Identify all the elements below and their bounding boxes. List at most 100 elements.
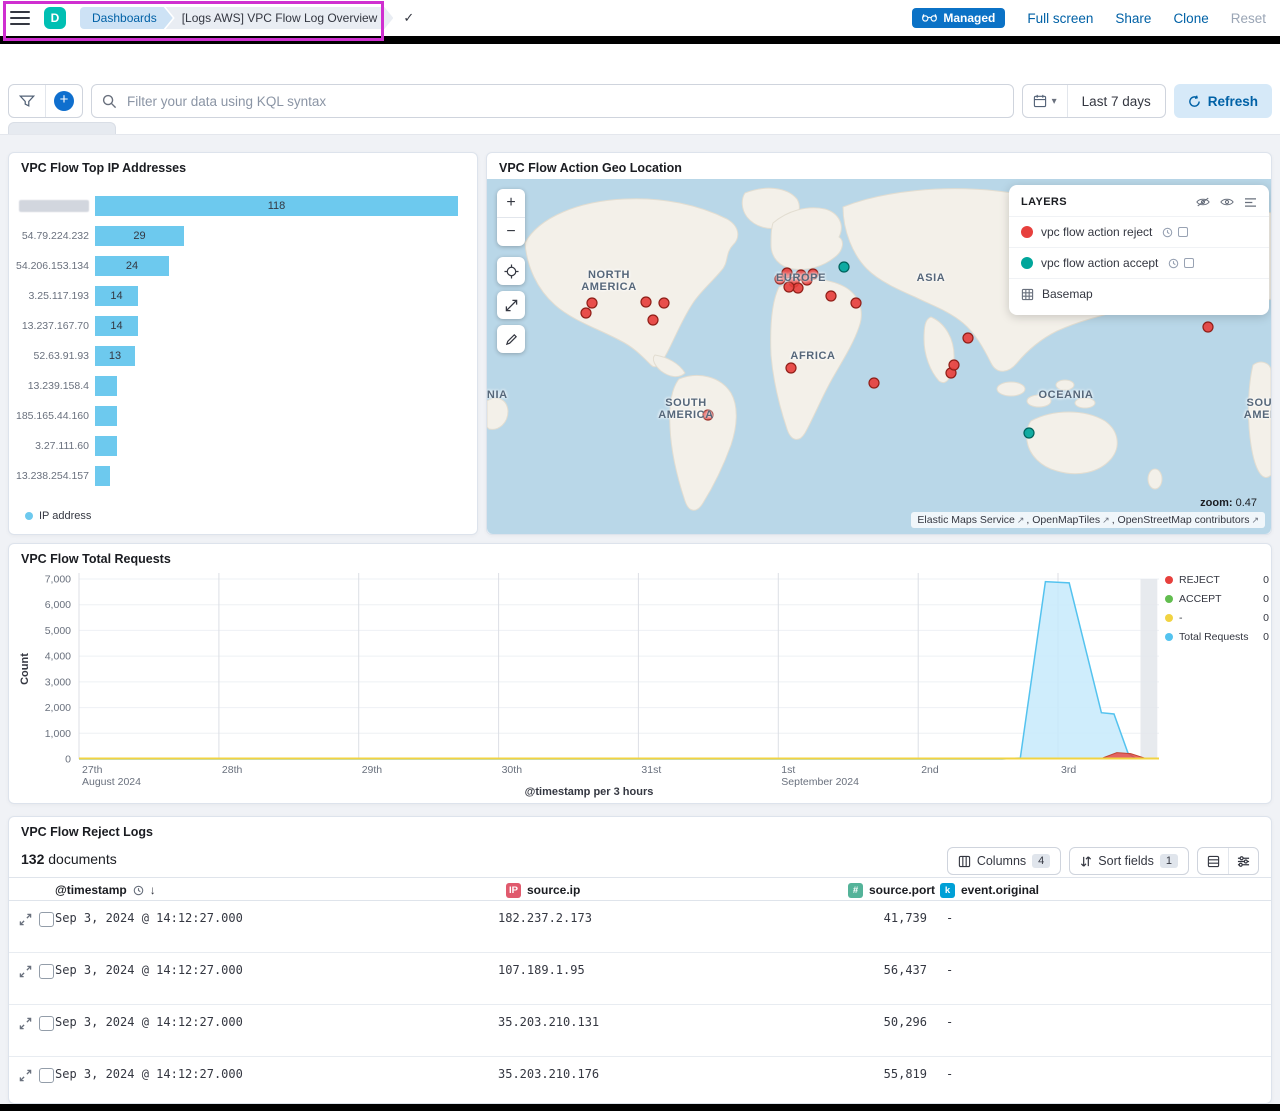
measure-icon[interactable] — [497, 325, 525, 353]
map-point[interactable] — [782, 268, 792, 278]
table-row: Sep 3, 2024 @ 14:12:27.000107.189.1.9556… — [9, 953, 1271, 1005]
flatten-icon[interactable] — [1244, 197, 1257, 208]
map-point[interactable] — [808, 269, 818, 279]
svg-text:27th: 27th — [82, 764, 103, 776]
time-range-button[interactable]: Last 7 days — [1067, 85, 1165, 117]
table-toolbar: Columns 4 Sort fields 1 — [947, 847, 1259, 875]
date-picker: ▾ Last 7 days — [1022, 84, 1166, 118]
sort-descending-icon[interactable]: ↓ — [150, 883, 156, 897]
row-checkbox[interactable] — [39, 1068, 54, 1083]
svg-text:7,000: 7,000 — [45, 574, 71, 586]
ip-bar[interactable]: 14 — [95, 316, 138, 336]
legend-item[interactable]: REJECT0 — [1165, 574, 1269, 586]
map-point[interactable] — [869, 378, 879, 388]
map-point[interactable] — [648, 315, 658, 325]
zoom-controls: + − — [497, 189, 525, 246]
timestamp-cell: Sep 3, 2024 @ 14:12:27.000 — [55, 1015, 243, 1029]
bar-value-label: 24 — [126, 260, 138, 272]
table-row: Sep 3, 2024 @ 14:12:27.00035.203.210.131… — [9, 1005, 1271, 1057]
zoom-out-icon[interactable]: − — [497, 218, 525, 246]
event-original-cell: - — [946, 1015, 953, 1029]
full-screen-button[interactable]: Full screen — [1027, 11, 1093, 26]
layer-checkbox[interactable] — [1178, 227, 1188, 237]
attribution-link[interactable]: , OpenStreetMap contributors — [1112, 514, 1250, 526]
menu-icon[interactable] — [10, 11, 30, 25]
map-point[interactable] — [587, 298, 597, 308]
share-button[interactable]: Share — [1115, 11, 1151, 26]
ip-bar[interactable] — [95, 466, 110, 486]
space-avatar[interactable]: D — [44, 7, 66, 29]
sliders-icon[interactable] — [1228, 848, 1258, 874]
map-point[interactable] — [826, 291, 836, 301]
crosshair-icon[interactable] — [497, 257, 525, 285]
breadcrumb-dashboards[interactable]: Dashboards — [80, 7, 173, 29]
map-point[interactable] — [963, 333, 973, 343]
layer-item-reject[interactable]: vpc flow action reject — [1009, 216, 1269, 247]
row-checkbox[interactable] — [39, 964, 54, 979]
legend-item[interactable]: Total Requests0 — [1165, 631, 1269, 643]
calendar-button[interactable]: ▾ — [1023, 85, 1067, 117]
legend-label: Total Requests — [1179, 631, 1253, 643]
map-point[interactable] — [949, 360, 959, 370]
map-point[interactable] — [851, 298, 861, 308]
column-header-event-original[interactable]: k event.original — [940, 878, 1039, 902]
legend-item[interactable]: ACCEPT0 — [1165, 593, 1269, 605]
map-point[interactable] — [1024, 428, 1034, 438]
columns-button[interactable]: Columns 4 — [947, 847, 1061, 875]
add-filter-button[interactable]: + — [46, 85, 82, 117]
layer-item-basemap[interactable]: Basemap — [1009, 278, 1269, 309]
map-point[interactable] — [784, 282, 794, 292]
breadcrumb-dashboard-title[interactable]: [Logs AWS] VPC Flow Log Overview — [166, 7, 394, 29]
clone-button[interactable]: Clone — [1173, 11, 1208, 26]
layer-item-accept[interactable]: vpc flow action accept — [1009, 247, 1269, 278]
eye-off-icon[interactable] — [1196, 197, 1210, 207]
source-ip-cell: 182.237.2.173 — [498, 911, 592, 925]
zoom-value: 0.47 — [1236, 497, 1257, 509]
density-icon[interactable] — [1198, 848, 1228, 874]
ip-bar[interactable]: 24 — [95, 256, 169, 276]
map-point[interactable] — [703, 410, 713, 420]
layer-checkbox[interactable] — [1184, 258, 1194, 268]
filter-funnel-icon[interactable] — [9, 85, 45, 117]
expand-icon[interactable] — [497, 291, 525, 319]
row-checkbox[interactable] — [39, 1016, 54, 1031]
reset-button[interactable]: Reset — [1231, 11, 1266, 26]
kql-search-input[interactable] — [125, 93, 1003, 110]
sort-fields-label: Sort fields — [1098, 854, 1154, 868]
zoom-in-icon[interactable]: + — [497, 189, 525, 217]
column-header-timestamp[interactable]: @timestamp ↓ — [55, 878, 156, 902]
bar-category-label: 54.206.153.134 — [9, 260, 95, 272]
world-map[interactable]: NORTH AMERICAEUROPEASIAAFRICASOUTH AMERI… — [487, 179, 1271, 534]
legend-item[interactable]: -0 — [1165, 612, 1269, 624]
bar-chart-legend[interactable]: IP address — [25, 510, 91, 522]
expand-row-icon[interactable] — [19, 1069, 32, 1087]
expand-row-icon[interactable] — [19, 1017, 32, 1035]
map-point[interactable] — [786, 363, 796, 373]
row-checkbox[interactable] — [39, 912, 54, 927]
attribution-link[interactable]: Elastic Maps Service — [917, 514, 1014, 526]
map-point[interactable] — [659, 298, 669, 308]
ip-bar[interactable]: 118 — [95, 196, 458, 216]
map-point[interactable] — [641, 297, 651, 307]
ip-bar[interactable] — [95, 376, 117, 396]
ip-bar[interactable] — [95, 406, 117, 426]
managed-badge[interactable]: Managed — [912, 8, 1005, 28]
ip-bar[interactable] — [95, 436, 117, 456]
y-axis-title: Count — [19, 653, 31, 685]
map-point[interactable] — [1203, 322, 1213, 332]
refresh-button[interactable]: Refresh — [1174, 84, 1272, 118]
sort-fields-button[interactable]: Sort fields 1 — [1069, 847, 1189, 875]
column-header-source-port[interactable]: # source.port — [848, 878, 935, 902]
map-point[interactable] — [839, 262, 849, 272]
ip-bar[interactable]: 14 — [95, 286, 138, 306]
top-navigation-bar: D Dashboards [Logs AWS] VPC Flow Log Ove… — [0, 0, 1280, 36]
ip-bar[interactable]: 29 — [95, 226, 184, 246]
expand-row-icon[interactable] — [19, 965, 32, 983]
eye-icon[interactable] — [1220, 197, 1234, 207]
panel-title: VPC Flow Reject Logs — [21, 825, 153, 839]
column-header-source-ip[interactable]: IP source.ip — [506, 878, 580, 902]
attribution-link[interactable]: , OpenMapTiles — [1026, 514, 1100, 526]
expand-row-icon[interactable] — [19, 913, 32, 931]
ip-bar[interactable]: 13 — [95, 346, 135, 366]
map-point[interactable] — [581, 308, 591, 318]
